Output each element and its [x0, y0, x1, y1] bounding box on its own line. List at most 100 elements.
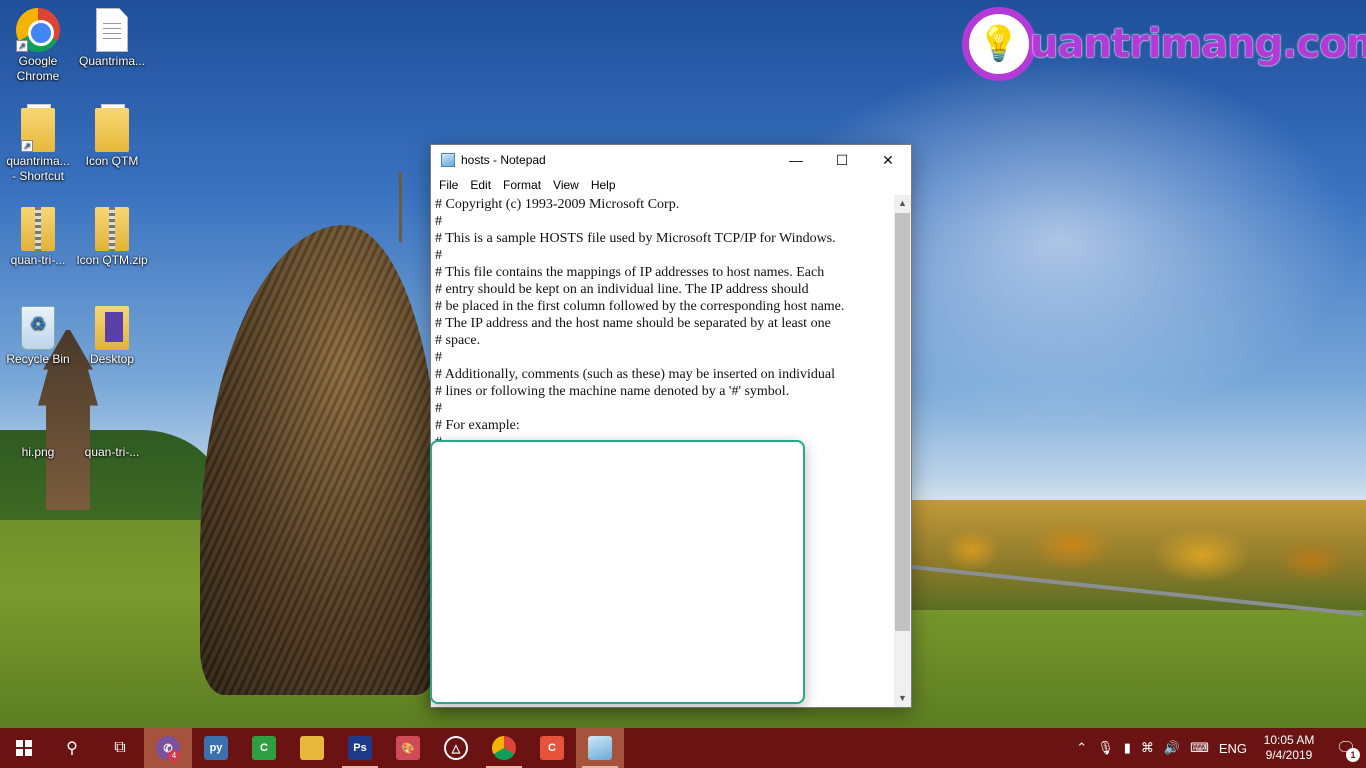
chevron-up-icon[interactable]: ⌃ [1071, 740, 1092, 756]
scroll-up-arrow-icon[interactable]: ▲ [894, 195, 911, 212]
desktop-icon-google-chrome[interactable]: ↗ Google Chrome [0, 8, 76, 84]
taskbar-app-chrome[interactable] [480, 728, 528, 768]
zip-folder-icon [21, 207, 55, 251]
taskbar-app-file-explorer[interactable] [288, 728, 336, 768]
icon-label: hi.png [21, 445, 55, 459]
menu-edit[interactable]: Edit [464, 178, 497, 192]
image-file-icon [23, 405, 53, 443]
menu-bar: File Edit Format View Help [431, 175, 911, 195]
wallpaper-haystack [200, 225, 440, 695]
volume-icon[interactable]: 🔊 [1159, 740, 1185, 756]
close-button[interactable]: ✕ [865, 145, 911, 175]
window-title: hosts - Notepad [461, 153, 546, 167]
text-line: # lines or following the machine name de… [435, 384, 790, 399]
wifi-icon[interactable]: ⌘ [1136, 740, 1159, 756]
menu-help[interactable]: Help [585, 178, 622, 192]
folder-icon [95, 104, 129, 152]
scroll-down-arrow-icon[interactable]: ▼ [894, 690, 911, 707]
photoshop-icon: Ps [348, 736, 372, 760]
text-line: # [435, 248, 442, 263]
menu-format[interactable]: Format [497, 178, 547, 192]
overlay-panel [430, 440, 805, 704]
text-line: # [435, 214, 442, 229]
taskbar-app-viber[interactable]: ✆ 4 [144, 728, 192, 768]
desktop-icon-quantrimang-file[interactable]: Quantrima... [74, 8, 150, 69]
clock-date: 9/4/2019 [1265, 748, 1313, 762]
taskbar-app-python[interactable]: py [192, 728, 240, 768]
c-app-icon: C [540, 736, 564, 760]
icon-label: Icon QTM.zip [76, 253, 148, 267]
shortcut-arrow-icon: ↗ [16, 40, 28, 52]
desktop-icon-icon-qtm[interactable]: Icon QTM [74, 104, 150, 169]
notification-badge: 1 [1346, 748, 1360, 762]
chrome-icon: ↗ [16, 8, 60, 52]
paint-icon: 🎨 [396, 736, 420, 760]
taskbar-app-notepad[interactable] [576, 728, 624, 768]
vertical-scrollbar[interactable]: ▲ ▼ [894, 195, 911, 707]
icon-label: Google [18, 54, 58, 68]
search-icon[interactable]: ⚲ [48, 728, 96, 768]
icon-label: Recycle Bin [6, 352, 70, 366]
desktop-icon-hi-png[interactable]: hi.png [0, 405, 76, 460]
start-button[interactable] [0, 728, 48, 768]
chrome-icon [492, 736, 516, 760]
icon-label: Quantrima... [78, 54, 146, 68]
title-bar[interactable]: hosts - Notepad — ☐ ✕ [431, 145, 911, 175]
text-line: # The IP address and the host name shoul… [435, 316, 831, 331]
zip-folder-icon [95, 207, 129, 251]
taskbar-app-paint[interactable]: 🎨 [384, 728, 432, 768]
desktop-icon-icon-qtm-zip[interactable]: Icon QTM.zip [74, 207, 150, 268]
desktop-icon-desktop[interactable]: Desktop [74, 306, 150, 367]
text-line: # This is a sample HOSTS file used by Mi… [435, 231, 836, 246]
python-icon: py [204, 736, 228, 760]
scroll-thumb[interactable] [895, 213, 910, 631]
clock-time: 10:05 AM [1263, 733, 1315, 747]
microphone-icon[interactable]: 🎙 [1092, 740, 1119, 756]
notepad-icon [441, 153, 455, 167]
taskbar-app-photos[interactable]: △ [432, 728, 480, 768]
lightbulb-icon: 💡 [962, 7, 1036, 81]
icon-label: quan-tri-... [10, 253, 66, 267]
viber-badge: 4 [168, 750, 180, 762]
icon-label: - Shortcut [11, 169, 65, 183]
language-indicator[interactable]: ENG [1214, 741, 1252, 756]
text-line: # [435, 350, 442, 365]
system-tray: ⌃ 🎙 ▮ ⌘ 🔊 ⌨ ENG 10:05 AM 9/4/2019 🗨 1 [1071, 728, 1366, 768]
icon-label: quan-tri-... [84, 445, 140, 459]
folder-icon [300, 736, 324, 760]
desktop-icon-quantrimang-shortcut[interactable]: ↗ quantrima... - Shortcut [0, 104, 76, 184]
battery-icon[interactable]: ▮ [1119, 740, 1136, 756]
taskbar-app-camtasia[interactable]: C [240, 728, 288, 768]
icon-label: quantrima... [6, 154, 70, 168]
minimize-button[interactable]: — [773, 145, 819, 175]
desktop-icon-recycle-bin[interactable]: Recycle Bin [0, 306, 76, 367]
text-line: # Copyright (c) 1993-2009 Microsoft Corp… [435, 197, 680, 212]
photos-icon: △ [444, 736, 468, 760]
taskbar-app-photoshop[interactable]: Ps [336, 728, 384, 768]
icon-label: Icon QTM [85, 154, 139, 168]
taskbar-app-canva[interactable]: C [528, 728, 576, 768]
recycle-bin-icon [21, 306, 55, 350]
windows-logo-icon [16, 740, 32, 756]
notepad-icon [588, 736, 612, 760]
task-view-icon[interactable]: ⧉ [96, 728, 144, 768]
wallpaper-pole [399, 172, 402, 242]
menu-view[interactable]: View [547, 178, 585, 192]
menu-file[interactable]: File [433, 178, 464, 192]
camtasia-icon: C [252, 736, 276, 760]
desktop-icon-quan-tri-zip[interactable]: quan-tri-... [0, 207, 76, 268]
action-center-button[interactable]: 🗨 1 [1326, 728, 1366, 768]
text-line: # This file contains the mappings of IP … [435, 265, 825, 280]
wallpaper-autumn-trees [912, 500, 1366, 610]
text-line: # be placed in the first column followed… [435, 299, 845, 314]
desktop-icon-quan-tri-image[interactable]: quan-tri-... [74, 405, 150, 460]
text-file-icon [96, 8, 128, 52]
text-line: # For example: [435, 418, 520, 433]
keyboard-icon[interactable]: ⌨ [1185, 740, 1214, 756]
clock[interactable]: 10:05 AM 9/4/2019 [1252, 733, 1326, 763]
image-file-icon [97, 405, 127, 443]
maximize-button[interactable]: ☐ [819, 145, 865, 175]
text-line: # [435, 401, 442, 416]
desktop-folder-icon [95, 306, 129, 350]
icon-label: Desktop [89, 352, 135, 366]
